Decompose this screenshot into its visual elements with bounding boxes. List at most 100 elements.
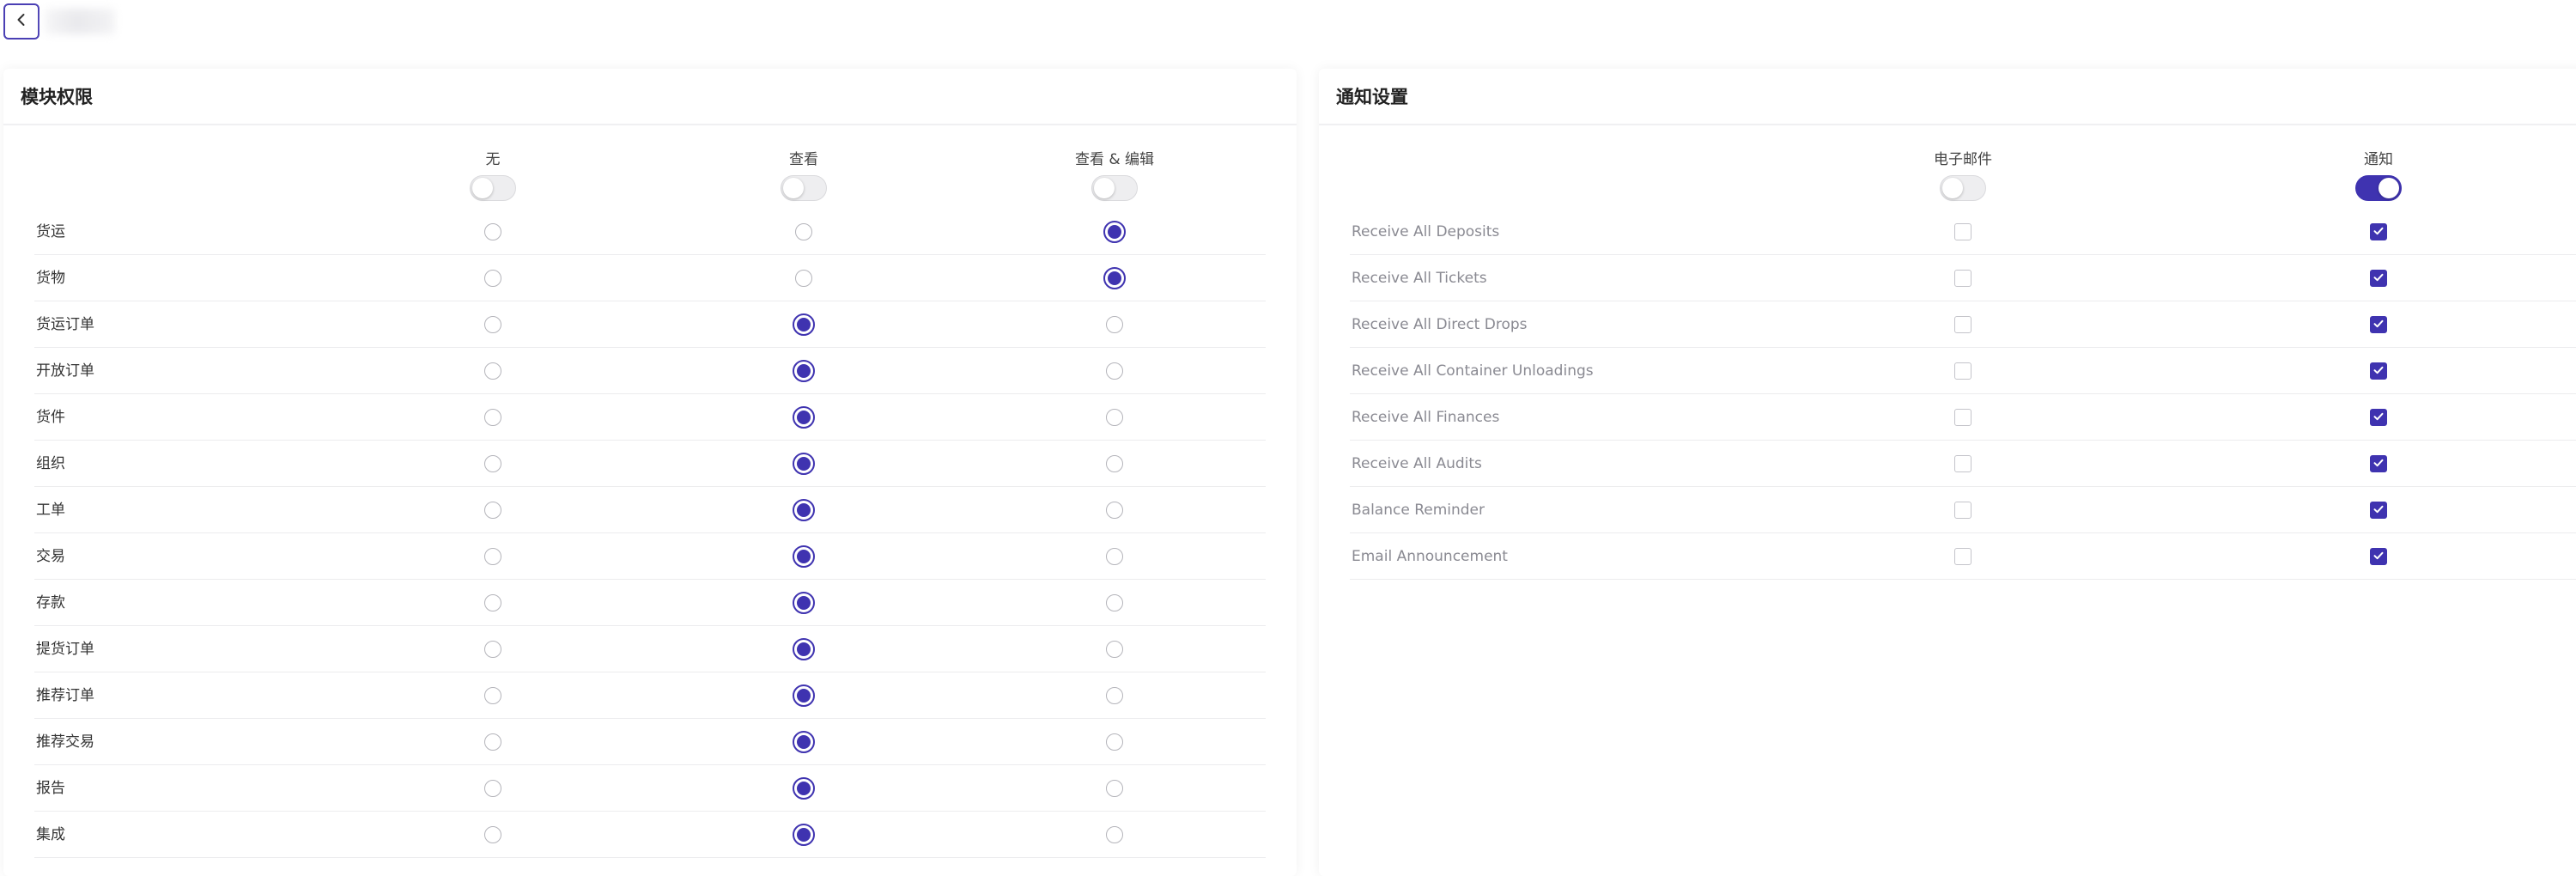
- permission-radio[interactable]: [1106, 594, 1123, 611]
- notification-settings-title: 通知设置: [1319, 69, 2576, 125]
- check-icon: [2372, 456, 2385, 472]
- permission-radio[interactable]: [484, 641, 501, 658]
- permission-radio[interactable]: [1106, 687, 1123, 704]
- notification-settings-panel: 通知设置 电子邮件 通知 Receive All Deposits Receive …: [1319, 69, 2576, 876]
- permission-radio[interactable]: [484, 733, 501, 751]
- toggle-permission-0[interactable]: [470, 175, 516, 201]
- back-button[interactable]: [3, 3, 39, 40]
- notification-row-label: Receive All Tickets: [1352, 270, 1487, 287]
- email-checkbox[interactable]: [1954, 502, 1971, 519]
- notify-checkbox[interactable]: [2370, 270, 2387, 287]
- permission-row-label: 工单: [36, 502, 65, 519]
- permission-row: 货运订单: [34, 301, 1266, 348]
- permission-radio[interactable]: [1106, 362, 1123, 380]
- permission-radio[interactable]: [484, 362, 501, 380]
- permission-radio[interactable]: [1106, 826, 1123, 843]
- notification-row: Receive All Deposits: [1350, 209, 2576, 255]
- permission-radio[interactable]: [484, 826, 501, 843]
- permission-radio[interactable]: [484, 455, 501, 472]
- permission-radio[interactable]: [793, 545, 815, 568]
- notification-row-label: Receive All Deposits: [1352, 223, 1500, 240]
- toggle-notification-1[interactable]: [2355, 175, 2402, 201]
- column-label-permission-0: 无: [485, 151, 501, 168]
- permission-radio[interactable]: [1106, 502, 1123, 519]
- permission-radio[interactable]: [1103, 221, 1126, 243]
- permission-radio[interactable]: [793, 406, 815, 429]
- module-permissions-title: 模块权限: [3, 69, 1297, 125]
- permission-radio[interactable]: [793, 360, 815, 382]
- permission-radio[interactable]: [793, 731, 815, 753]
- toggle-knob: [783, 178, 804, 198]
- permission-radio[interactable]: [484, 594, 501, 611]
- check-icon: [2372, 410, 2385, 426]
- permission-row: 货物: [34, 255, 1266, 301]
- notify-checkbox[interactable]: [2370, 502, 2387, 519]
- email-checkbox[interactable]: [1954, 455, 1971, 472]
- permission-radio[interactable]: [1106, 780, 1123, 797]
- permission-radio[interactable]: [1106, 548, 1123, 565]
- permission-radio[interactable]: [484, 502, 501, 519]
- toggle-notification-0[interactable]: [1940, 175, 1986, 201]
- permission-radio[interactable]: [795, 270, 812, 287]
- permission-radio[interactable]: [793, 777, 815, 800]
- permission-radio[interactable]: [793, 499, 815, 521]
- permission-radio[interactable]: [795, 223, 812, 240]
- column-header-permission-1: 查看: [735, 151, 872, 201]
- notify-checkbox[interactable]: [2370, 455, 2387, 472]
- permission-radio[interactable]: [484, 409, 501, 426]
- permission-radio[interactable]: [793, 638, 815, 660]
- permission-radio[interactable]: [793, 824, 815, 846]
- notification-row-label: Balance Reminder: [1352, 502, 1485, 519]
- check-icon: [2372, 317, 2385, 333]
- permission-radio[interactable]: [484, 687, 501, 704]
- notification-row-label: Receive All Direct Drops: [1352, 316, 1528, 333]
- permission-radio[interactable]: [484, 780, 501, 797]
- permission-row-label: 组织: [36, 455, 65, 472]
- notification-row-label: Receive All Container Unloadings: [1352, 362, 1594, 380]
- email-checkbox[interactable]: [1954, 270, 1971, 287]
- permission-radio[interactable]: [1106, 455, 1123, 472]
- permission-radio[interactable]: [793, 453, 815, 475]
- permission-radio[interactable]: [484, 270, 501, 287]
- permission-radio[interactable]: [1103, 267, 1126, 289]
- permission-row: 推荐交易: [34, 719, 1266, 765]
- notify-checkbox[interactable]: [2370, 362, 2387, 380]
- email-checkbox[interactable]: [1954, 548, 1971, 565]
- toggle-permission-1[interactable]: [781, 175, 827, 201]
- notification-row: Receive All Direct Drops: [1350, 301, 2576, 348]
- permission-row: 组织: [34, 441, 1266, 487]
- check-icon: [2372, 271, 2385, 287]
- permission-radio[interactable]: [1106, 316, 1123, 333]
- permission-radio[interactable]: [793, 684, 815, 707]
- permission-radio[interactable]: [793, 592, 815, 614]
- email-checkbox[interactable]: [1954, 316, 1971, 333]
- column-header-notification-1: 通知: [2310, 151, 2447, 201]
- permission-row-label: 开放订单: [36, 362, 94, 380]
- permission-row-label: 货物: [36, 270, 65, 287]
- permission-radio[interactable]: [1106, 409, 1123, 426]
- permission-radio[interactable]: [484, 316, 501, 333]
- permission-radio[interactable]: [1106, 641, 1123, 658]
- column-label-permission-1: 查看: [789, 151, 818, 168]
- notify-checkbox[interactable]: [2370, 223, 2387, 240]
- notify-checkbox[interactable]: [2370, 409, 2387, 426]
- permission-row-label: 报告: [36, 780, 65, 797]
- notify-checkbox[interactable]: [2370, 316, 2387, 333]
- notify-checkbox[interactable]: [2370, 548, 2387, 565]
- check-icon: [2372, 502, 2385, 519]
- permission-row-label: 货运: [36, 223, 65, 240]
- permission-row: 货件: [34, 394, 1266, 441]
- toggle-permission-2[interactable]: [1091, 175, 1138, 201]
- notification-row: Balance Reminder: [1350, 487, 2576, 533]
- column-header-permission-2: 查看 & 编辑: [1046, 151, 1183, 201]
- email-checkbox[interactable]: [1954, 362, 1971, 380]
- permission-radio[interactable]: [484, 223, 501, 240]
- email-checkbox[interactable]: [1954, 409, 1971, 426]
- email-checkbox[interactable]: [1954, 223, 1971, 240]
- permission-row: 货运: [34, 209, 1266, 255]
- permission-radio[interactable]: [484, 548, 501, 565]
- permission-radio[interactable]: [1106, 733, 1123, 751]
- permission-radio[interactable]: [793, 313, 815, 336]
- chevron-left-icon: [14, 12, 29, 31]
- notification-row: Receive All Finances: [1350, 394, 2576, 441]
